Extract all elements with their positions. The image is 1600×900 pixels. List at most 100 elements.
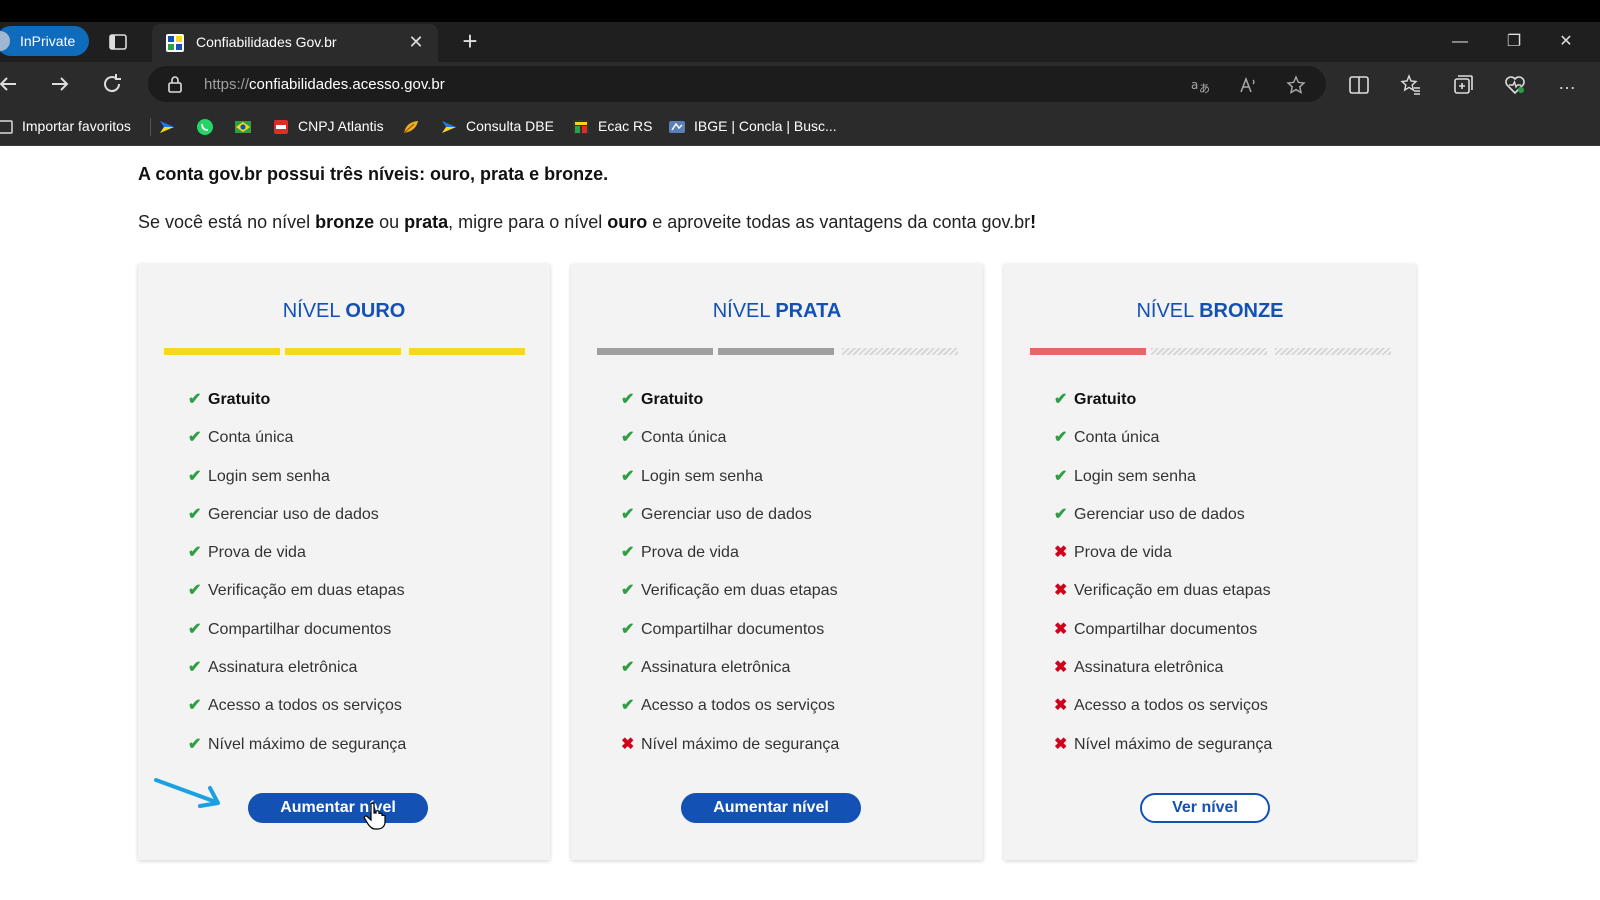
import-icon — [0, 120, 13, 135]
feature-label: Gratuito — [641, 391, 704, 408]
navigation-bar: https://confiabilidades.acesso.gov.br a … — [0, 62, 1600, 106]
fav-brazil[interactable] — [234, 116, 260, 136]
check-icon: ✔ — [188, 697, 202, 715]
fav-cnpj-atlantis[interactable]: CNPJ Atlantis — [272, 116, 384, 136]
lock-icon[interactable] — [166, 75, 184, 93]
gov-arrow-icon — [442, 121, 456, 134]
feature-item: ✔ Assinatura eletrônica — [188, 658, 406, 696]
translate-icon[interactable]: a あ — [1190, 75, 1210, 95]
feature-item: ✔ Conta única — [188, 428, 406, 466]
feature-label: Verificação em duas etapas — [641, 582, 838, 600]
feature-item: ✔ Login sem senha — [621, 467, 839, 505]
check-icon: ✔ — [621, 659, 635, 677]
refresh-icon[interactable] — [100, 72, 124, 96]
inprivate-label: InPrivate — [20, 33, 76, 49]
feature-list: ✔ Gratuito ✔ Conta única ✔ Login sem senha ✔ Ge… — [1054, 390, 1272, 773]
tab-actions-icon[interactable] — [108, 32, 128, 52]
forward-icon[interactable] — [48, 72, 72, 96]
check-icon: ✔ — [188, 391, 202, 408]
feature-item: ✔ Compartilhar documentos — [188, 620, 406, 658]
page-content: A conta gov.br possui três níveis: ouro,… — [0, 146, 1600, 900]
tab-close-icon[interactable]: ✕ — [406, 32, 426, 52]
feature-label: Assinatura eletrônica — [208, 659, 358, 677]
ver-nivel-button[interactable]: Ver nível — [1140, 793, 1270, 823]
check-icon: ✔ — [621, 467, 635, 485]
back-icon[interactable] — [0, 72, 20, 96]
feature-label: Prova de vida — [208, 544, 306, 562]
annotation-arrow-icon — [154, 778, 220, 808]
check-icon: ✔ — [621, 620, 635, 638]
url-text[interactable]: https://confiabilidades.acesso.gov.br — [204, 76, 445, 93]
favorites-bar: Importar favoritos CNPJ Atlantis Consult… — [0, 106, 1600, 146]
feature-item: ✔ Gerenciar uso de dados — [1054, 505, 1272, 543]
svg-text:a: a — [1191, 78, 1198, 92]
feature-label: Compartilhar documentos — [641, 620, 825, 638]
inprivate-badge[interactable]: InPrivate — [0, 26, 90, 56]
fav-whatsapp[interactable] — [196, 116, 222, 136]
read-aloud-icon[interactable] — [1238, 75, 1258, 95]
levels-intro: A conta gov.br possui três níveis: ouro,… — [138, 164, 609, 184]
cross-icon: ✖ — [1054, 735, 1068, 753]
hand-cursor-icon — [363, 802, 386, 830]
feature-item: ✔ Gerenciar uso de dados — [621, 505, 839, 543]
url-protocol: https:// — [204, 76, 250, 93]
brazil-flag-icon — [235, 121, 251, 134]
feature-label: Verificação em duas etapas — [1074, 582, 1271, 600]
feature-item: ✖ Nível máximo de segurança — [1054, 735, 1272, 773]
check-icon: ✔ — [188, 582, 202, 600]
fav-ecac-rs[interactable]: Ecac RS — [572, 116, 652, 136]
check-icon: ✔ — [621, 697, 635, 715]
check-icon: ✔ — [621, 391, 635, 408]
address-bar[interactable]: https://confiabilidades.acesso.gov.br a … — [148, 66, 1326, 102]
level-progress-segment — [1151, 348, 1267, 355]
cross-icon: ✖ — [1054, 620, 1068, 638]
level-card-bronze: NÍVEL BRONZE ✔ Gratuito ✔ Conta única ✔ Login… — [1004, 264, 1416, 860]
level-progress-segment — [409, 348, 525, 355]
feature-item: ✔ Gratuito — [1054, 390, 1272, 428]
feature-item: ✔ Prova de vida — [188, 543, 406, 581]
browser-essentials-icon[interactable] — [1504, 74, 1526, 96]
profile-avatar[interactable] — [0, 31, 10, 51]
split-screen-icon[interactable] — [1348, 74, 1370, 96]
aumentar-nivel-button[interactable]: Aumentar nível — [248, 793, 428, 823]
level-progress-segment — [1275, 348, 1391, 355]
feature-item: ✔ Conta única — [1054, 428, 1272, 466]
feature-item: ✖ Nível máximo de segurança — [621, 735, 839, 773]
feature-label: Prova de vida — [641, 544, 739, 562]
pdf-icon — [274, 120, 288, 135]
check-icon: ✔ — [188, 429, 202, 447]
fav-leaf[interactable] — [402, 116, 428, 136]
fav-ibge-concla[interactable]: IBGE | Concla | Busc... — [668, 116, 837, 136]
feature-item: ✖ Compartilhar documentos — [1054, 620, 1272, 658]
feature-label: Gratuito — [1074, 391, 1137, 408]
collections-icon[interactable] — [1452, 74, 1474, 96]
feature-label: Login sem senha — [1074, 467, 1196, 485]
gov-arrow-icon — [160, 121, 174, 134]
feature-label: Conta única — [208, 429, 294, 447]
feature-label: Assinatura eletrônica — [641, 659, 791, 677]
fav-importar-favoritos[interactable]: Importar favoritos — [0, 116, 131, 136]
feature-item: ✔ Gratuito — [621, 390, 839, 428]
tab-confiabilidades[interactable]: Confiabilidades Gov.br ✕ — [152, 24, 438, 62]
feature-item: ✔ Gerenciar uso de dados — [188, 505, 406, 543]
check-icon: ✔ — [1054, 467, 1068, 485]
close-window-button[interactable]: ✕ — [1552, 28, 1580, 56]
favorites-icon[interactable] — [1400, 74, 1422, 96]
check-icon: ✔ — [188, 544, 202, 562]
feature-item: ✔ Gratuito — [188, 390, 406, 428]
more-menu-icon[interactable]: … — [1556, 74, 1578, 96]
level-progress-segment — [285, 348, 401, 355]
check-icon: ✔ — [188, 735, 202, 753]
check-icon: ✔ — [188, 659, 202, 677]
levels-subtitle: Se você está no nível bronze ou prata, m… — [138, 212, 1037, 232]
feature-item: ✖ Assinatura eletrônica — [1054, 658, 1272, 696]
fav-consulta-dbe[interactable]: Consulta DBE — [440, 116, 554, 136]
feature-label: Gerenciar uso de dados — [208, 505, 379, 523]
minimize-button[interactable]: — — [1446, 28, 1474, 56]
restore-button[interactable]: ❐ — [1500, 28, 1528, 56]
aumentar-nivel-button[interactable]: Aumentar nível — [681, 793, 861, 823]
fav-gov-shortcut[interactable] — [158, 116, 184, 136]
favorite-star-icon[interactable] — [1286, 75, 1306, 95]
feature-item: ✔ Login sem senha — [1054, 467, 1272, 505]
new-tab-button[interactable]: + — [458, 28, 482, 54]
